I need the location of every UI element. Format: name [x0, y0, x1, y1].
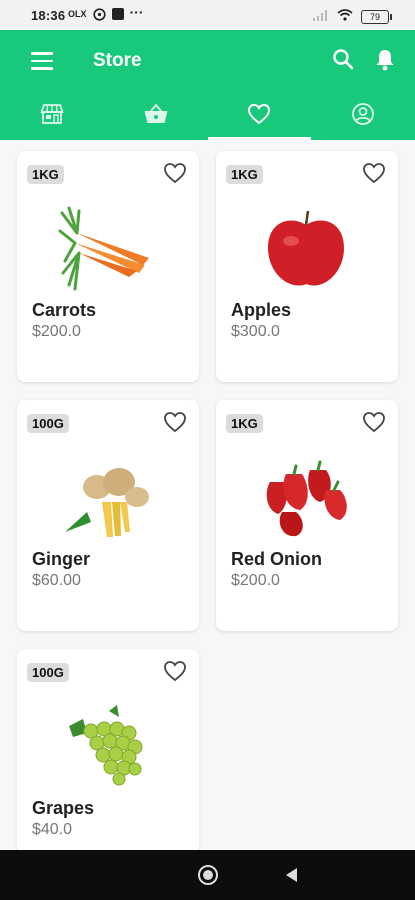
favorite-heart-icon[interactable] [163, 162, 187, 184]
product-name: Carrots [32, 300, 97, 320]
status-time: 18:36 [31, 8, 66, 23]
heart-icon [248, 103, 271, 125]
more-icon: ··· [129, 4, 144, 20]
wifi-icon [337, 9, 353, 24]
favorite-heart-icon[interactable] [362, 162, 386, 184]
grapes-image [57, 701, 157, 791]
app-icon [111, 8, 124, 20]
product-name: Ginger [32, 549, 91, 569]
page-title: Store [93, 50, 142, 71]
basket-icon [144, 103, 168, 123]
store-icon [40, 104, 64, 124]
product-card[interactable]: 1KG Red Onion $200.0 [216, 400, 398, 631]
product-card[interactable]: 1KG Carrots $200.0 [17, 151, 199, 382]
favorite-heart-icon[interactable] [362, 411, 386, 433]
red-peppers-image [256, 452, 356, 542]
favorite-heart-icon[interactable] [163, 660, 187, 682]
menu-icon[interactable] [31, 52, 53, 70]
unit-badge: 1KG [226, 165, 263, 184]
ginger-image [57, 452, 157, 542]
product-card[interactable]: 100G Grapes $40.0 [17, 649, 199, 869]
tab-store[interactable] [0, 88, 104, 140]
favorite-heart-icon[interactable] [163, 411, 187, 433]
product-name: Grapes [32, 798, 95, 818]
unit-badge: 100G [27, 663, 69, 682]
whatsapp-icon [92, 8, 106, 21]
product-card[interactable]: 1KG Apples $300.0 [216, 151, 398, 382]
product-card[interactable]: 100G Ginger $60.00 [17, 400, 199, 631]
olx-icon: OLX [68, 9, 87, 19]
notification-icons: OLX ··· [68, 4, 144, 21]
search-icon[interactable] [332, 48, 356, 72]
bell-icon[interactable] [374, 48, 398, 72]
product-price: $200.0 [32, 323, 81, 340]
battery-icon: 79 [361, 9, 392, 24]
tab-profile[interactable] [311, 88, 415, 140]
home-icon[interactable] [198, 865, 218, 885]
product-price: $60.00 [32, 572, 81, 589]
unit-badge: 1KG [226, 414, 263, 433]
carrots-image [57, 203, 157, 293]
product-price: $200.0 [231, 572, 280, 589]
apple-image [256, 203, 356, 293]
profile-icon [352, 103, 375, 125]
status-bar: 18:36 OLX ··· 79 [0, 0, 415, 30]
signal-icon [313, 9, 329, 24]
tab-basket[interactable] [104, 88, 208, 140]
product-name: Apples [231, 300, 292, 320]
tab-favorites[interactable] [207, 88, 312, 140]
unit-badge: 100G [27, 414, 69, 433]
tab-bar [0, 88, 415, 140]
back-icon[interactable] [286, 868, 297, 882]
app-bar: Store [0, 30, 415, 140]
product-price: $40.0 [32, 821, 73, 838]
product-name: Red Onion [231, 549, 322, 569]
unit-badge: 1KG [27, 165, 64, 184]
system-nav-bar [0, 850, 415, 900]
product-price: $300.0 [231, 323, 280, 340]
